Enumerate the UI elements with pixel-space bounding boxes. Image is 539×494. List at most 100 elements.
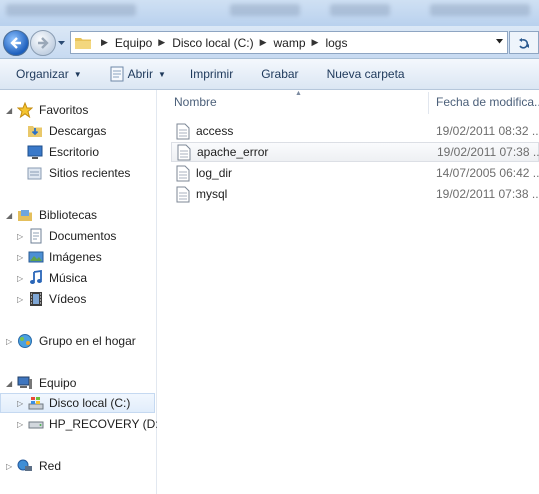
nav-downloads[interactable]: Descargas — [0, 121, 155, 141]
nav-network[interactable]: ▷ Red — [0, 456, 155, 476]
column-header-date[interactable]: Fecha de modifica... — [436, 90, 539, 114]
file-name: mysql — [196, 187, 228, 201]
text-file-icon — [177, 144, 191, 160]
nav-homegroup[interactable]: ▷ Grupo en el hogar — [0, 331, 155, 351]
print-button[interactable]: Imprimir — [182, 62, 241, 86]
column-divider[interactable] — [428, 92, 429, 114]
nav-label: Sitios recientes — [49, 166, 131, 180]
expand-arrow-icon[interactable]: ▷ — [17, 274, 23, 283]
nav-label: Vídeos — [49, 292, 87, 306]
organize-button[interactable]: Organizar ▼ — [8, 62, 90, 86]
breadcrumb-local-disk[interactable]: Disco local (C:) — [170, 32, 255, 53]
back-button[interactable] — [3, 30, 29, 56]
breadcrumb-logs[interactable]: logs — [323, 32, 349, 53]
file-date: 19/02/2011 07:38 ... — [437, 145, 539, 159]
new-folder-button[interactable]: Nueva carpeta — [319, 62, 413, 86]
text-file-icon — [176, 165, 190, 181]
expand-arrow-icon[interactable]: ▷ — [17, 232, 23, 241]
nav-favorites[interactable]: ◢ Favoritos — [0, 100, 155, 120]
breadcrumb-separator[interactable]: ▶ — [312, 37, 319, 48]
chevron-down-icon: ▼ — [157, 69, 166, 79]
computer-icon — [17, 376, 32, 389]
nav-label: Bibliotecas — [39, 208, 98, 222]
burn-label: Grabar — [261, 67, 299, 81]
refresh-button[interactable] — [509, 31, 539, 54]
forward-arrow-icon — [38, 37, 49, 49]
forward-button[interactable] — [30, 30, 56, 56]
file-row-apache-error[interactable]: apache_error 19/02/2011 07:38 ... — [171, 142, 539, 162]
nav-local-disk[interactable]: ▷ Disco local (C:) — [0, 393, 155, 413]
breadcrumb-wamp[interactable]: wamp — [272, 32, 308, 53]
expand-arrow-icon[interactable]: ◢ — [6, 211, 12, 220]
nav-libraries[interactable]: ◢ Bibliotecas — [0, 205, 155, 225]
breadcrumb-separator[interactable]: ▶ — [101, 37, 108, 48]
folder-icon — [75, 38, 91, 49]
print-label: Imprimir — [189, 67, 234, 81]
expand-arrow-icon[interactable]: ▷ — [6, 337, 12, 346]
refresh-icon — [519, 37, 529, 49]
film-strip-icon — [30, 292, 42, 306]
nav-label: Descargas — [49, 124, 107, 138]
address-row: ▶ Equipo ▶ Disco local (C:) ▶ wamp ▶ log… — [0, 26, 539, 59]
nav-label: Favoritos — [39, 103, 89, 117]
downloads-folder-icon — [28, 126, 42, 137]
expand-arrow-icon[interactable]: ◢ — [6, 379, 12, 388]
nav-documents[interactable]: ▷ Documentos — [0, 226, 155, 246]
blurred-taskbar-item — [230, 4, 300, 16]
recent-pages-dropdown[interactable] — [57, 38, 66, 47]
open-label: Abrir — [127, 67, 153, 81]
breadcrumb-separator[interactable]: ▶ — [260, 37, 267, 48]
expand-arrow-icon[interactable]: ▷ — [17, 295, 23, 304]
homegroup-icon — [18, 334, 32, 348]
address-dropdown-icon[interactable] — [495, 37, 504, 46]
back-arrow-icon — [10, 37, 21, 49]
file-name: apache_error — [197, 145, 269, 159]
breadcrumb-separator[interactable]: ▶ — [158, 37, 165, 48]
file-name: log_dir — [196, 166, 233, 180]
expand-arrow-icon[interactable]: ▷ — [6, 462, 12, 471]
nav-music[interactable]: ▷ Música — [0, 268, 155, 288]
navigation-pane: ◢ Favoritos Descargas Escritorio Sitios … — [0, 90, 163, 494]
nav-videos[interactable]: ▷ Vídeos — [0, 289, 155, 309]
expand-arrow-icon[interactable]: ▷ — [17, 399, 23, 408]
star-icon — [17, 102, 33, 118]
drive-icon — [28, 421, 44, 429]
sort-ascending-icon: ▲ — [295, 90, 302, 97]
file-list: Nombre ▲ Fecha de modifica... access 19/… — [157, 90, 539, 494]
file-name: access — [196, 124, 234, 138]
nav-desktop[interactable]: Escritorio — [0, 142, 155, 162]
file-date: 14/07/2005 06:42 ... — [436, 166, 539, 180]
expand-arrow-icon[interactable]: ▷ — [17, 420, 23, 429]
nav-label: Equipo — [39, 376, 77, 390]
column-header-name[interactable]: Nombre — [174, 90, 217, 114]
nav-label: Grupo en el hogar — [39, 334, 136, 348]
documents-icon — [30, 228, 42, 244]
organize-label: Organizar — [16, 67, 69, 81]
file-row-access[interactable]: access 19/02/2011 08:32 ... — [171, 121, 539, 141]
burn-button[interactable]: Grabar — [253, 62, 306, 86]
recent-places-icon — [27, 167, 42, 180]
open-button[interactable]: Abrir ▼ — [102, 62, 174, 86]
file-row-mysql[interactable]: mysql 19/02/2011 07:38 ... — [171, 184, 539, 204]
address-bar[interactable]: ▶ Equipo ▶ Disco local (C:) ▶ wamp ▶ log… — [70, 31, 508, 54]
drive-windows-icon — [28, 397, 44, 410]
file-date: 19/02/2011 08:32 ... — [436, 124, 539, 138]
blurred-title — [6, 4, 136, 16]
text-file-icon — [176, 186, 190, 202]
nav-computer[interactable]: ◢ Equipo — [0, 373, 155, 393]
nav-recovery-drive[interactable]: ▷ HP_RECOVERY (D:) — [0, 414, 163, 434]
nav-pictures[interactable]: ▷ Imágenes — [0, 247, 155, 267]
network-icon — [17, 459, 32, 471]
breadcrumb-computer[interactable]: Equipo — [113, 32, 154, 53]
blurred-taskbar-item — [430, 4, 530, 16]
title-bar — [0, 0, 539, 26]
expand-arrow-icon[interactable]: ▷ — [17, 253, 23, 262]
expand-arrow-icon[interactable]: ◢ — [6, 106, 12, 115]
file-date: 19/02/2011 07:38 ... — [436, 187, 539, 201]
nav-recent-places[interactable]: Sitios recientes — [0, 163, 155, 183]
nav-label: Red — [39, 459, 62, 473]
nav-label: Disco local (C:) — [49, 396, 131, 410]
file-row-log-dir[interactable]: log_dir 14/07/2005 06:42 ... — [171, 163, 539, 183]
notepad-icon — [110, 66, 124, 82]
desktop-icon — [27, 145, 43, 159]
